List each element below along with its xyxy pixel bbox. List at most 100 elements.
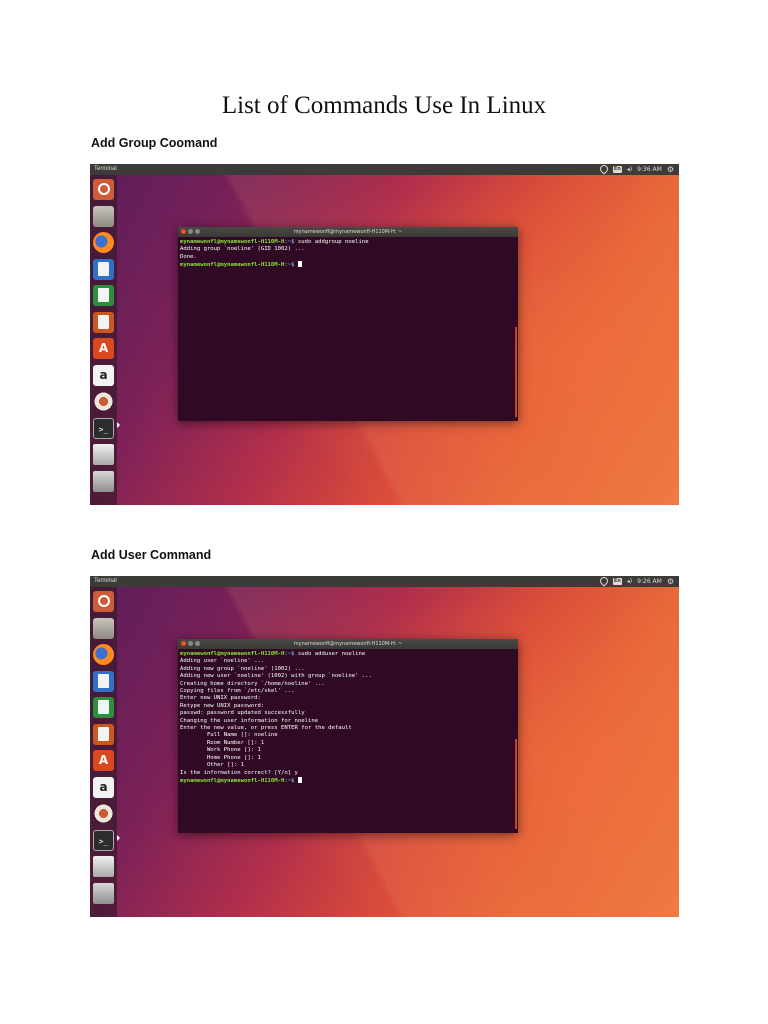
maximize-button[interactable] xyxy=(195,641,200,646)
output-text: Work Phone []: 1 xyxy=(180,747,261,754)
section-heading-add-user: Add User Command xyxy=(91,548,212,562)
minimize-button[interactable] xyxy=(188,641,193,646)
settings-icon[interactable] xyxy=(93,803,114,824)
terminal-line: mynamewonfl@mynamewonfl-H110M-H:~$ xyxy=(180,776,516,785)
keyboard-layout-indicator[interactable]: En xyxy=(612,578,622,585)
output-text: passwd: password updated successfully xyxy=(180,710,305,717)
prompt-user: mynamewonfl@mynamewonfl-H110M-H xyxy=(180,239,285,245)
firefox-icon[interactable] xyxy=(93,232,114,253)
terminal-line: Changing the user information for noelin… xyxy=(180,718,516,725)
terminal-scrollbar[interactable] xyxy=(515,739,517,829)
terminal-line: Retype new UNIX password: xyxy=(180,703,516,710)
output-text: Adding new group `noeline' (1002) ... xyxy=(180,665,305,672)
output-text: Adding group `noeline' (GID 1002) ... xyxy=(180,246,305,253)
active-launcher-arrow xyxy=(117,422,120,428)
trash-icon[interactable] xyxy=(93,470,114,492)
panel-indicators: En ◂) 9:36 AM ⚙ xyxy=(598,164,674,175)
output-text: Creating home directory `/home/noeline' … xyxy=(180,680,325,687)
launcher: Aa >_ xyxy=(90,587,117,917)
amazon-icon[interactable]: a xyxy=(93,776,114,798)
output-text: Adding user `noeline' ... xyxy=(180,658,265,665)
terminal-titlebar[interactable]: mynamewonfl@mynamewonfl-H110M-H: ~ xyxy=(178,639,518,649)
terminal-window[interactable]: mynamewonfl@mynamewonfl-H110M-H: ~ mynam… xyxy=(178,639,518,833)
terminal-line: Adding group `noeline' (GID 1002) ... xyxy=(180,246,516,253)
window-controls xyxy=(181,229,200,234)
software-center-icon[interactable]: A xyxy=(93,338,114,359)
prompt-path: :~$ xyxy=(284,262,295,269)
ubuntu-icon[interactable] xyxy=(93,591,114,612)
terminal-line: Creating home directory `/home/noeline' … xyxy=(180,681,516,688)
wifi-icon[interactable] xyxy=(598,576,610,587)
impress-icon[interactable] xyxy=(93,723,114,745)
terminal-line: Is the information correct? [Y/n] y xyxy=(180,770,516,777)
output-text: Room Number []: 1 xyxy=(180,739,265,746)
files-icon[interactable] xyxy=(93,617,114,639)
writer-icon[interactable] xyxy=(93,258,114,280)
maximize-button[interactable] xyxy=(195,229,200,234)
terminal-line: Enter new UNIX password: xyxy=(180,695,516,702)
trash-icon[interactable] xyxy=(93,882,114,904)
terminal-icon[interactable]: >_ xyxy=(93,829,114,851)
active-app-name[interactable]: Terminal xyxy=(94,164,117,175)
files-icon[interactable] xyxy=(93,205,114,227)
screenshot-add-group: Terminal En ◂) 9:36 AM ⚙ Aa >_ mynamewonf… xyxy=(90,164,679,505)
panel-indicators: En ◂) 9:26 AM ⚙ xyxy=(598,576,674,587)
top-panel: Terminal En ◂) 9:36 AM ⚙ xyxy=(90,164,679,175)
ubuntu-icon[interactable] xyxy=(93,179,114,200)
writer-icon[interactable] xyxy=(93,670,114,692)
keyboard-layout-indicator[interactable]: En xyxy=(612,166,622,173)
calc-icon[interactable] xyxy=(93,697,114,718)
terminal-line: Full Name []: noeline xyxy=(180,732,516,739)
drive-icon[interactable] xyxy=(93,856,114,877)
settings-icon[interactable] xyxy=(93,391,114,412)
impress-icon[interactable] xyxy=(93,311,114,333)
terminal-glyph: >_ xyxy=(98,836,109,846)
prompt-path: :~$ xyxy=(284,651,295,657)
terminal-line: Done. xyxy=(180,254,516,261)
output-text: Is the information correct? [Y/n] y xyxy=(180,769,298,776)
terminal-window-title: mynamewonfl@mynamewonfl-H110M-H: ~ xyxy=(293,641,403,647)
terminal-window-title: mynamewonfl@mynamewonfl-H110M-H: ~ xyxy=(293,229,403,235)
terminal-output[interactable]: mynamewonfl@mynamewonfl-H110M-H:~$ sudo … xyxy=(178,649,518,787)
clock[interactable]: 9:26 AM xyxy=(637,576,662,587)
terminal-line: Adding user `noeline' ... xyxy=(180,658,516,665)
top-panel: Terminal En ◂) 9:26 AM ⚙ xyxy=(90,576,679,587)
wifi-icon[interactable] xyxy=(598,164,610,175)
clock[interactable]: 9:36 AM xyxy=(637,164,662,175)
software-center-icon[interactable]: A xyxy=(93,750,114,771)
terminal-icon[interactable]: >_ xyxy=(93,417,114,439)
active-app-name[interactable]: Terminal xyxy=(94,576,117,587)
terminal-line: Home Phone []: 1 xyxy=(180,755,516,762)
terminal-output[interactable]: mynamewonfl@mynamewonfl-H110M-H:~$ sudo … xyxy=(178,237,518,272)
output-text: Done. xyxy=(180,253,197,260)
terminal-window[interactable]: mynamewonfl@mynamewonfl-H110M-H: ~ mynam… xyxy=(178,227,518,421)
amazon-glyph: a xyxy=(99,367,108,382)
terminal-scrollbar[interactable] xyxy=(515,327,517,417)
terminal-line: mynamewonfl@mynamewonfl-H110M-H:~$ xyxy=(180,261,516,269)
terminal-cursor xyxy=(297,261,302,268)
output-text: Full Name []: noeline xyxy=(180,732,278,739)
volume-icon[interactable]: ◂) xyxy=(627,164,632,175)
close-button[interactable] xyxy=(181,641,186,646)
amazon-glyph: a xyxy=(99,779,108,794)
output-text: Enter new UNIX password: xyxy=(180,695,261,702)
drive-icon[interactable] xyxy=(93,444,114,465)
terminal-line: mynamewonfl@mynamewonfl-H110M-H:~$ sudo … xyxy=(180,239,516,246)
amazon-icon[interactable]: a xyxy=(93,364,114,386)
terminal-line: Enter the new value, or press ENTER for … xyxy=(180,725,516,732)
command-text: sudo adduser noeline xyxy=(294,651,366,657)
calc-icon[interactable] xyxy=(93,285,114,306)
section-heading-add-group: Add Group Coomand xyxy=(91,136,218,150)
terminal-line: Work Phone []: 1 xyxy=(180,747,516,754)
terminal-titlebar[interactable]: mynamewonfl@mynamewonfl-H110M-H: ~ xyxy=(178,227,518,237)
close-button[interactable] xyxy=(181,229,186,234)
firefox-icon[interactable] xyxy=(93,644,114,665)
gear-icon[interactable]: ⚙ xyxy=(667,164,674,175)
output-text: Retype new UNIX password: xyxy=(180,702,265,709)
minimize-button[interactable] xyxy=(188,229,193,234)
terminal-cursor xyxy=(297,776,302,783)
gear-icon[interactable]: ⚙ xyxy=(667,576,674,587)
output-text: Adding new user `noeline' (1002) with gr… xyxy=(180,673,372,680)
output-text: Copying files from `/etc/skel' ... xyxy=(180,688,295,695)
volume-icon[interactable]: ◂) xyxy=(627,576,632,587)
